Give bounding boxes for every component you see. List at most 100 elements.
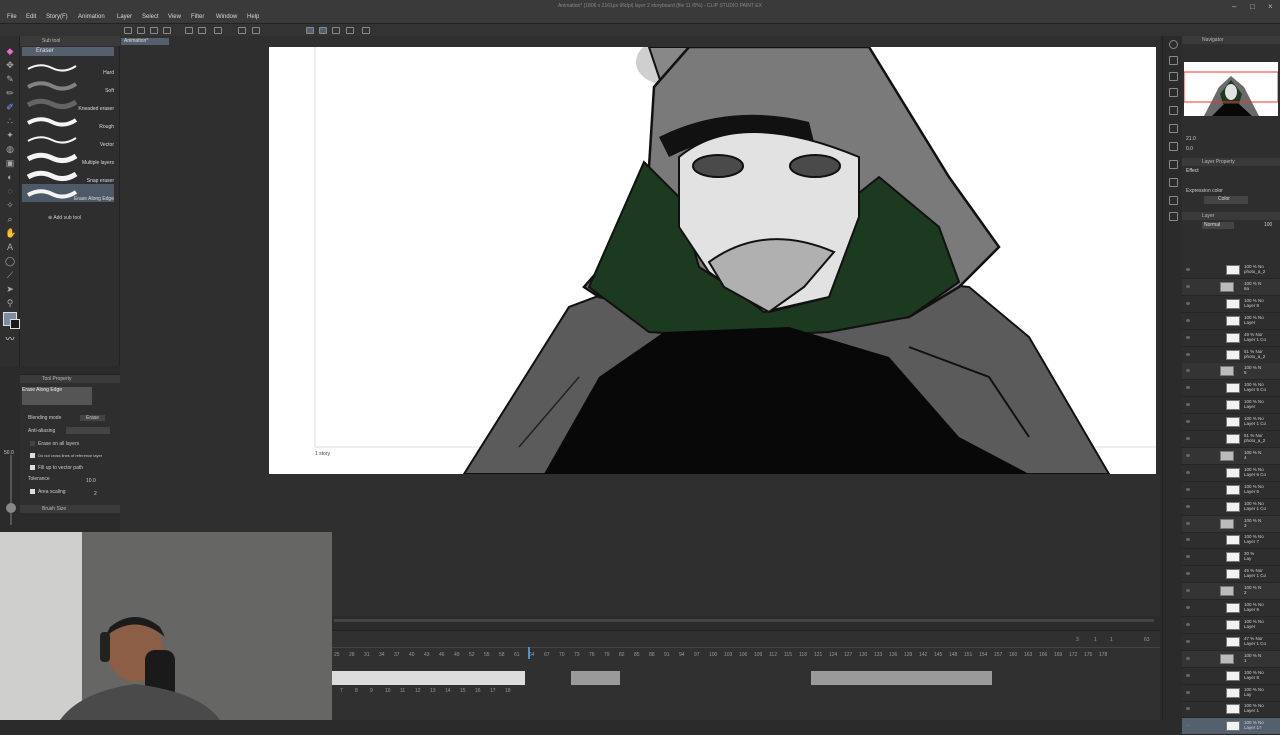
layer-row[interactable]: 100 % No Layer 8 [1182, 668, 1280, 685]
gradient-tool-icon[interactable]: ◐ [5, 172, 15, 182]
timeline-cells-b[interactable] [571, 671, 620, 685]
zoom-value[interactable]: 21.0 [1186, 136, 1196, 142]
brush-snap-eraser[interactable]: Snap eraser [22, 166, 114, 184]
decoration-tool-icon[interactable]: ✦ [5, 130, 15, 140]
pencil-tool-icon[interactable]: ✏ [5, 88, 15, 98]
eye-icon[interactable] [1186, 589, 1190, 593]
layer-row[interactable]: 100 % No Layer 8 [1182, 296, 1280, 313]
eye-icon[interactable] [1186, 335, 1190, 339]
eye-icon[interactable] [1186, 521, 1190, 525]
sub-view-icon[interactable] [1169, 142, 1178, 151]
menu-layer[interactable]: Layer [117, 14, 132, 20]
eye-icon[interactable] [1186, 656, 1190, 660]
brush-size-knob[interactable] [6, 503, 16, 513]
menu-help[interactable]: Help [247, 14, 259, 20]
brush-vector[interactable]: Vector [22, 130, 114, 148]
navigator-icon[interactable] [1169, 88, 1178, 97]
fill-tool-icon[interactable]: ▣ [5, 158, 15, 168]
layer-row[interactable]: 51 % Nor photo_a_2 [1182, 347, 1280, 364]
stroke-pattern-icon[interactable]: 〰 [5, 334, 15, 344]
layer-row[interactable]: 100 % No Lay [1182, 685, 1280, 702]
layer-row[interactable]: 100 % No Layer 17 [1182, 718, 1280, 735]
move-tool-icon[interactable]: ✥ [5, 60, 15, 70]
eye-icon[interactable] [1186, 555, 1190, 559]
eye-icon[interactable] [1186, 386, 1190, 390]
area-scaling-value[interactable]: 2 [94, 491, 97, 497]
close-icon[interactable]: × [1268, 2, 1273, 11]
eye-icon[interactable] [1186, 369, 1190, 373]
eye-icon[interactable] [1186, 403, 1190, 407]
magic-wand-icon[interactable]: ✧ [5, 200, 15, 210]
horizontal-scrollbar[interactable] [334, 619, 1154, 622]
eye-icon[interactable] [1186, 724, 1190, 728]
zoom-tool-icon[interactable]: ⌕ [5, 214, 15, 224]
layer-row[interactable]: 100 % No Layer [1182, 617, 1280, 634]
eye-icon[interactable] [1186, 268, 1190, 271]
eye-icon[interactable] [1186, 639, 1190, 643]
layer-row[interactable]: 30 % Lay [1182, 549, 1280, 567]
brush-soft[interactable]: Soft [22, 76, 114, 94]
sub-color-swatch[interactable] [10, 319, 20, 329]
layer-row[interactable]: 100 % No photo_a_2 [1182, 262, 1280, 279]
eye-icon[interactable] [1186, 707, 1190, 711]
menu-filter[interactable]: Filter [191, 14, 204, 20]
eye-icon[interactable] [1186, 352, 1190, 356]
eye-icon[interactable] [1186, 453, 1190, 457]
eye-icon[interactable] [1186, 538, 1190, 542]
layer-folder-row[interactable]: 100 % N 2 [1182, 583, 1280, 601]
hand-tool-icon[interactable]: ✋ [5, 228, 16, 238]
animation-cels-icon[interactable] [1169, 178, 1178, 187]
clear-icon[interactable] [214, 27, 222, 34]
expression-color-select[interactable]: Color [1204, 196, 1248, 204]
menu-animation[interactable]: Animation [78, 14, 105, 20]
eye-icon[interactable] [1186, 504, 1190, 508]
layer-row[interactable]: 100 % No Layer 1 Co [1182, 499, 1280, 516]
eye-icon[interactable] [1186, 487, 1190, 491]
layer-folder-row[interactable]: 100 % N 1 [1182, 650, 1280, 668]
layer-row[interactable]: 100 % No Layer 6 [1182, 600, 1280, 617]
eye-icon[interactable] [1186, 606, 1190, 609]
layer-row[interactable]: 100 % No Layer [1182, 397, 1280, 415]
layer-row[interactable]: 100 % No Layer 5 Co [1182, 380, 1280, 398]
brush-erase-along-edge[interactable]: Erase Along Edge [22, 184, 114, 202]
airbrush-tool-icon[interactable]: ∴ [5, 116, 15, 126]
lasso-tool-icon[interactable]: ◌ [5, 186, 15, 196]
open-file-icon[interactable] [137, 27, 145, 34]
timeline-cells-c[interactable] [811, 671, 992, 685]
navigator-preview[interactable] [1184, 62, 1278, 116]
do-not-cross-checkbox[interactable] [30, 453, 35, 458]
erase-all-layers-checkbox[interactable] [30, 441, 35, 446]
layer-folder-row[interactable]: 100 % N 4 [1182, 447, 1280, 465]
layer-row[interactable]: 51 % Nor photo_a_2 [1182, 431, 1280, 448]
save-icon[interactable] [150, 27, 158, 34]
color-wheel-icon[interactable] [1169, 72, 1178, 81]
menu-select[interactable]: Select [142, 14, 159, 20]
minimize-icon[interactable]: – [1232, 2, 1236, 11]
eye-icon[interactable] [1186, 690, 1190, 694]
eye-icon[interactable] [1186, 572, 1190, 576]
settings-icon[interactable] [362, 27, 370, 34]
brush-multiple-layers[interactable]: Multiple layers [22, 148, 114, 166]
brush-kneaded[interactable]: Kneaded eraser [22, 94, 114, 112]
eraser-tool-icon[interactable]: ◆ [5, 46, 15, 56]
layer-folder-row[interactable]: 100 % N 3 [1182, 515, 1280, 533]
menu-window[interactable]: Window [216, 14, 237, 20]
timeline-cells-a[interactable] [332, 671, 525, 685]
menu-edit[interactable]: Edit [26, 14, 36, 20]
layer-row[interactable]: 49 % Nor Layer 1 Co [1182, 330, 1280, 347]
drawing-canvas[interactable] [269, 47, 1156, 474]
layer-row[interactable]: 100 % No Layer [1182, 313, 1280, 330]
anti-aliasing-selector[interactable] [66, 427, 110, 434]
item-bank-icon[interactable] [1169, 212, 1178, 221]
brush-size-slider[interactable] [10, 455, 12, 525]
undo-icon[interactable] [185, 27, 193, 34]
maximize-icon[interactable]: □ [1250, 2, 1255, 11]
material-icon[interactable] [1169, 56, 1178, 65]
blend-tool-icon[interactable]: ◍ [5, 144, 15, 154]
layer-folder-row[interactable]: 100 % N 6a [1182, 278, 1280, 296]
balloon-tool-icon[interactable]: ◯ [5, 256, 15, 266]
eraser-tab[interactable]: Eraser [22, 47, 114, 56]
canvas-tab[interactable]: Animation* [121, 38, 169, 45]
special-ruler-icon[interactable] [346, 27, 354, 34]
new-file-icon[interactable] [124, 27, 132, 34]
